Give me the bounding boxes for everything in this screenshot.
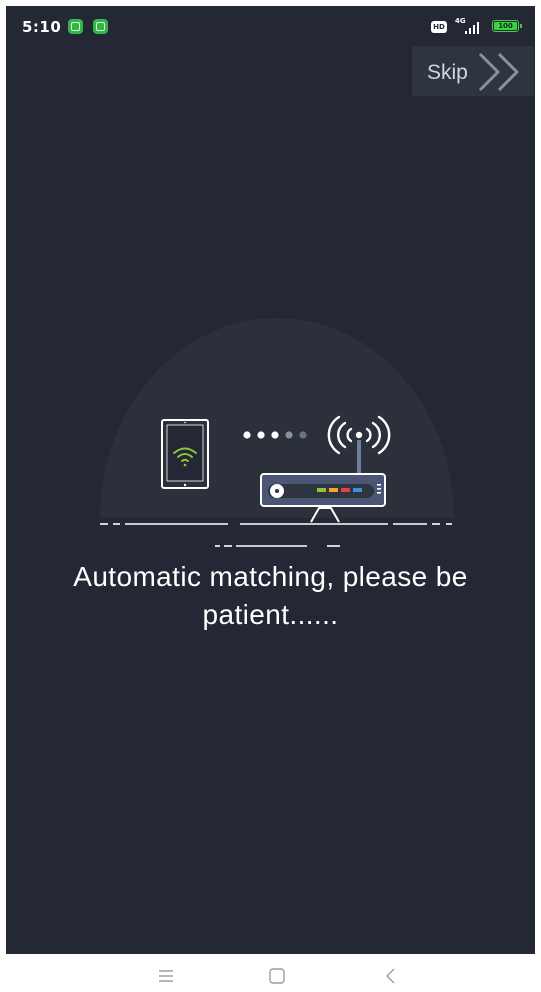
app-screen: 5:10 HD 4G 100 Skip Automatic matching, … [6, 6, 535, 954]
app-notification-icon [93, 19, 108, 34]
skip-label: Skip [427, 61, 468, 84]
signal-bars-icon [465, 22, 479, 34]
battery-level: 100 [494, 22, 517, 30]
battery-tip [520, 24, 522, 28]
battery-icon: 100 [492, 20, 522, 32]
matching-status-message: Automatic matching, please be patient...… [73, 561, 468, 630]
home-icon[interactable] [262, 964, 292, 988]
status-time: 5:10 [22, 18, 62, 36]
progress-dot-inactive [299, 431, 307, 439]
progress-dot-active [271, 431, 279, 439]
matching-illustration [100, 318, 454, 547]
navigation-bar [0, 958, 541, 992]
status-bar: 5:10 HD 4G 100 [6, 6, 535, 46]
hd-badge: HD [431, 21, 447, 33]
menu-icon[interactable] [151, 964, 181, 988]
double-chevron-right-icon [478, 52, 519, 92]
progress-dot-active [243, 431, 251, 439]
ground-lines [100, 523, 452, 547]
back-icon[interactable] [376, 964, 406, 988]
progress-dot-inactive [285, 431, 293, 439]
progress-dot-active [257, 431, 265, 439]
app-notification-icon [68, 19, 83, 34]
skip-button[interactable]: Skip [412, 46, 534, 96]
